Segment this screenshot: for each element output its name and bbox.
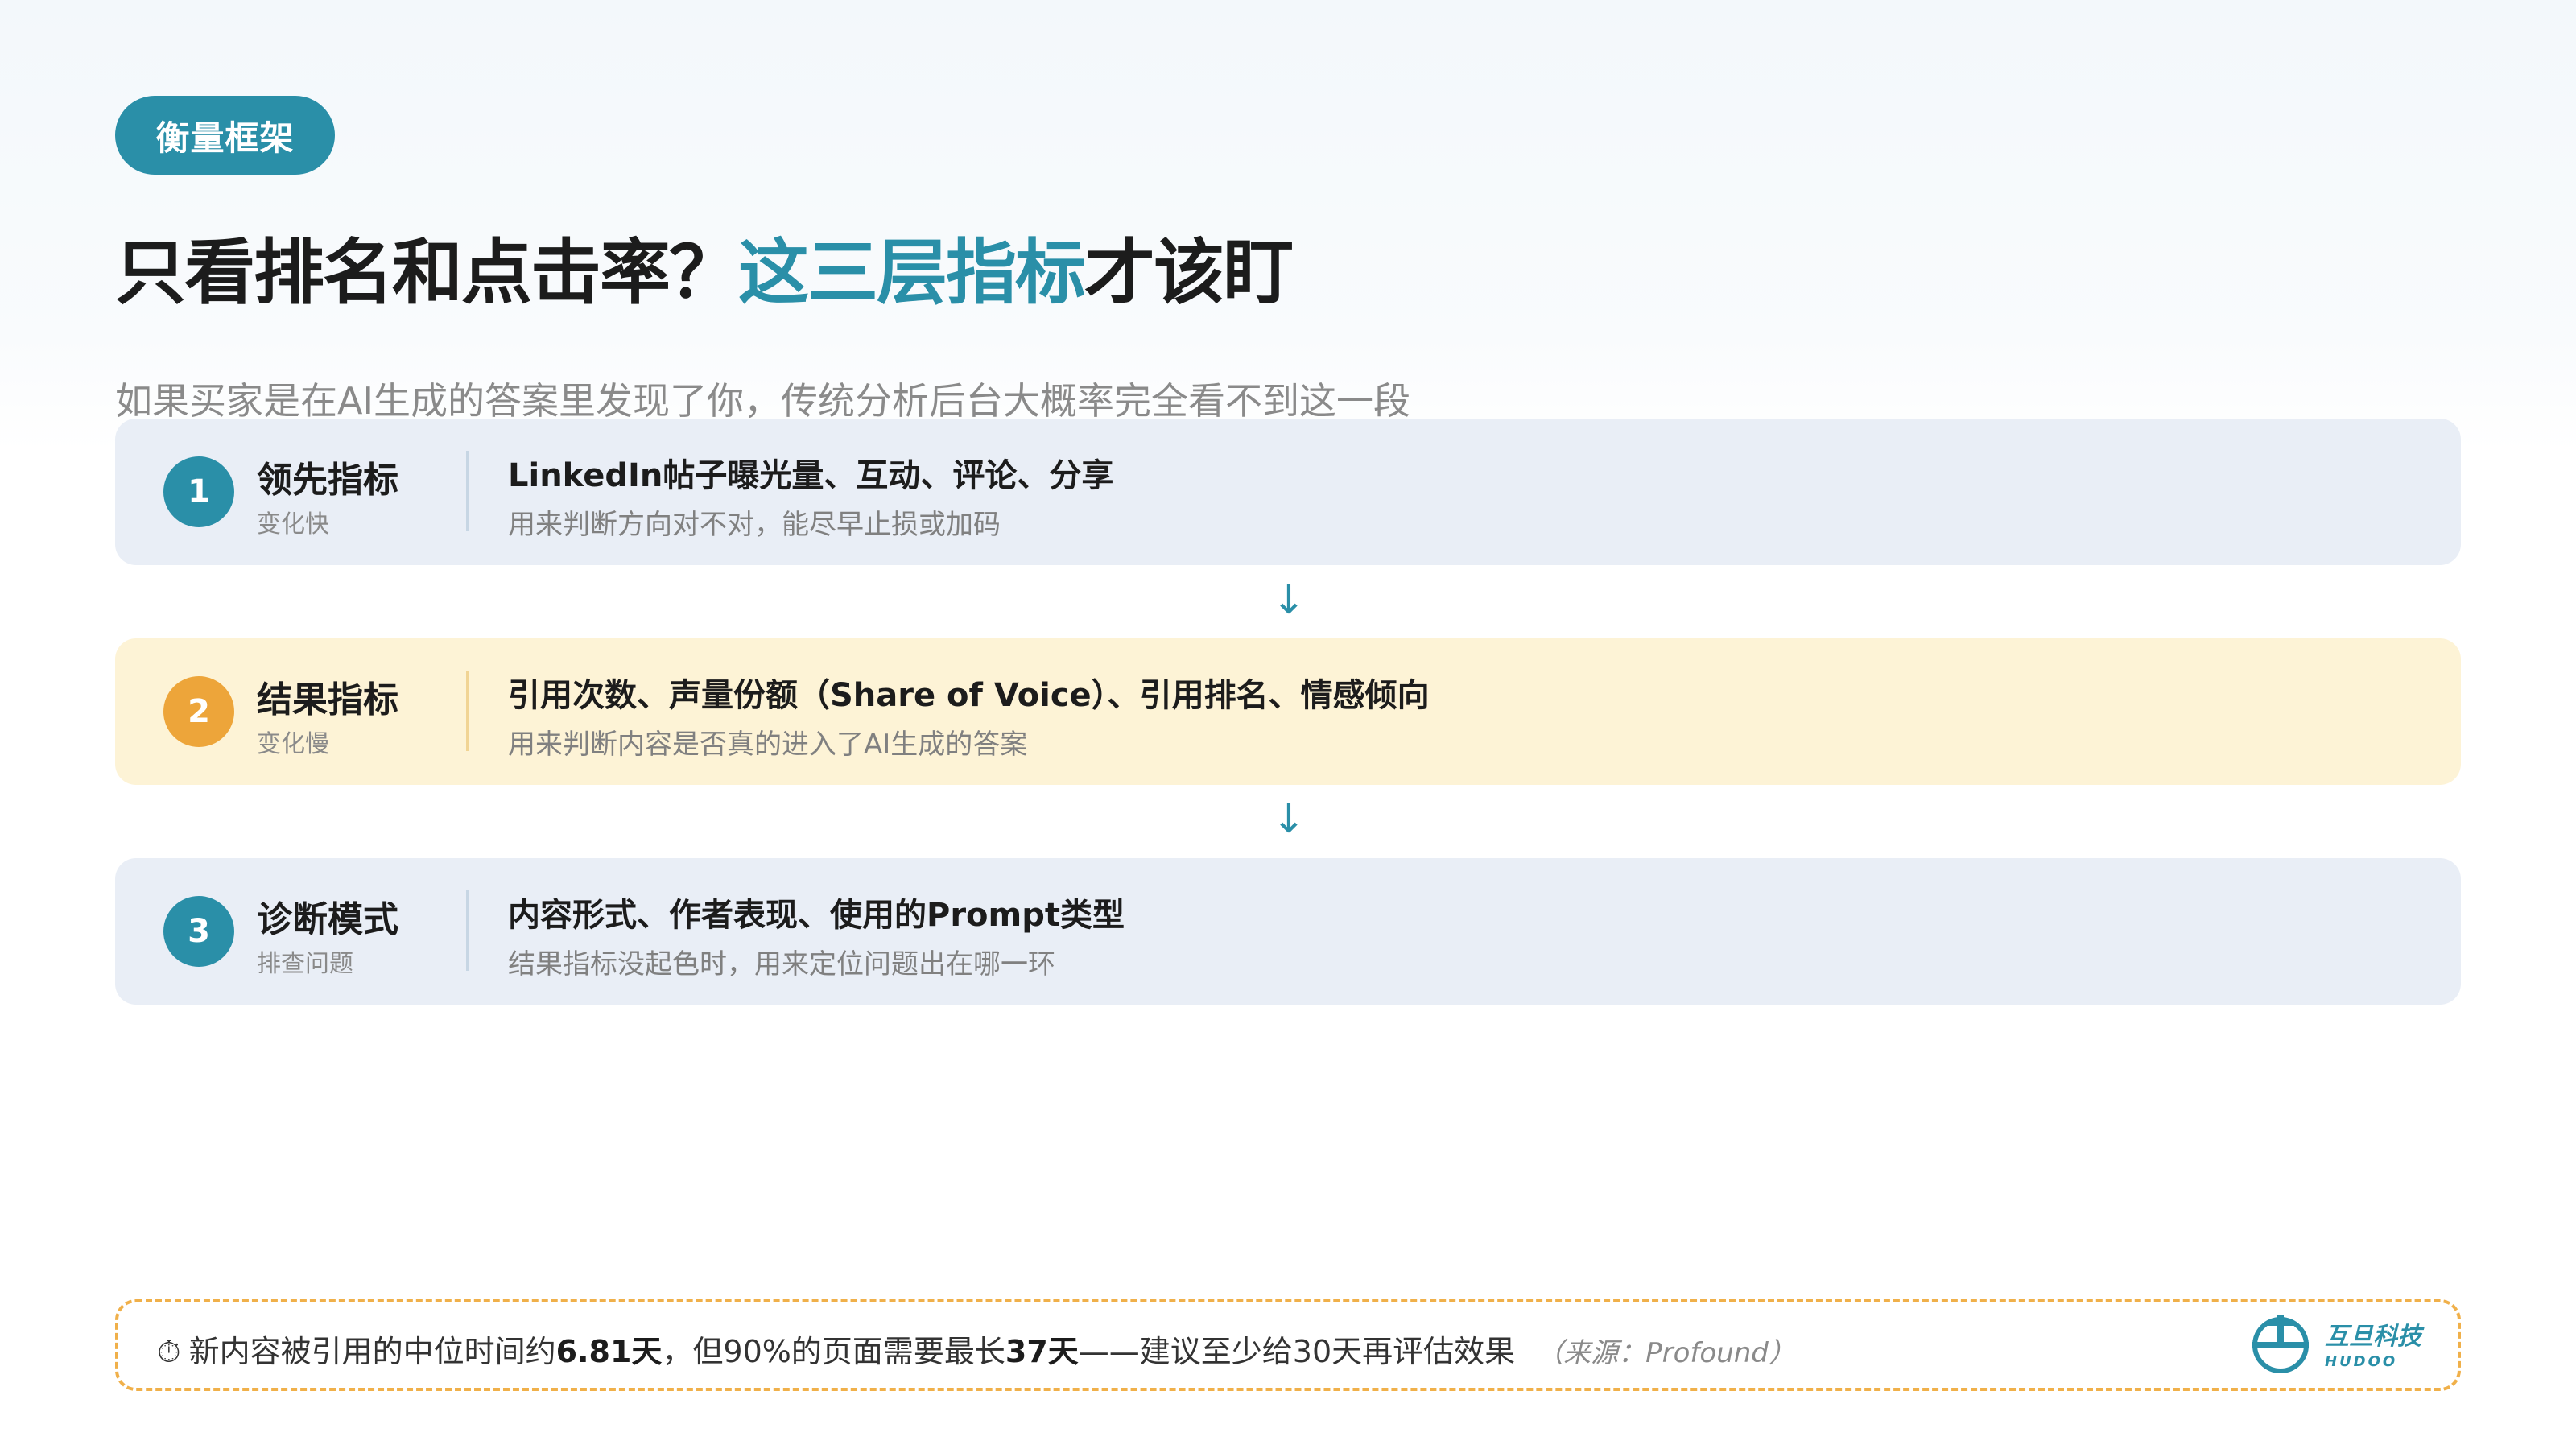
logo-name: 互旦科技 <box>2325 1322 2421 1351</box>
note-max-days: 37天 <box>1005 1334 1079 1369</box>
slide: 衡量框架 只看排名和点击率？这三层指标才该盯 如果买家是在AI生成的答案里发现了… <box>0 0 2576 1449</box>
title-accent: 这三层指标 <box>738 231 1086 314</box>
note-source: （来源：Profound） <box>1536 1337 1796 1369</box>
subtitle: 如果买家是在AI生成的答案里发现了你，传统分析后台大概率完全看不到这一段 <box>115 379 1411 423</box>
metric-card-diagnostic: 3 诊断模式 排查问题 内容形式、作者表现、使用的Prompt类型 结果指标没起… <box>115 858 2461 1005</box>
step-number-badge: 3 <box>163 896 234 967</box>
step-number-badge: 2 <box>163 676 234 747</box>
divider <box>466 890 469 971</box>
metric-card-outcome: 2 结果指标 变化慢 引用次数、声量份额（Share of Voice）、引用排… <box>115 638 2461 785</box>
card-headline: 引用次数、声量份额（Share of Voice）、引用排名、情感倾向 <box>508 677 1430 714</box>
timer-icon: ⏱ <box>157 1334 181 1369</box>
card-label: 领先指标 <box>257 460 398 501</box>
card-label: 诊断模式 <box>257 899 398 940</box>
note-median-days: 6.81天 <box>555 1334 663 1369</box>
card-sublabel: 变化快 <box>257 510 329 539</box>
note-text-1: 新内容被引用的中位时间约 <box>188 1334 556 1369</box>
note-text-2: ，但90%的页面需要最长 <box>662 1334 1005 1369</box>
title-part2: 才该盯 <box>1084 231 1294 314</box>
step-number-badge: 1 <box>163 456 234 527</box>
card-headline: LinkedIn帖子曝光量、互动、评论、分享 <box>508 457 1114 494</box>
card-sublabel: 变化慢 <box>257 730 329 758</box>
logo-subname: HUDOO <box>2325 1352 2398 1370</box>
title-part1: 只看排名和点击率？ <box>115 231 740 314</box>
page-title: 只看排名和点击率？这三层指标才该盯 <box>115 216 1294 314</box>
company-logo: 互旦科技 HUDOO <box>2248 1302 2465 1383</box>
card-description: 用来判断内容是否真的进入了AI生成的答案 <box>508 729 1028 761</box>
divider <box>466 671 469 751</box>
card-headline: 内容形式、作者表现、使用的Prompt类型 <box>508 897 1125 934</box>
card-description: 用来判断方向对不对，能尽早止损或加码 <box>508 509 1001 541</box>
timing-note-box: ⏱ 新内容被引用的中位时间约 6.81天 ，但90%的页面需要最长 37天 ——… <box>115 1299 2461 1391</box>
logo-icon <box>2252 1315 2309 1373</box>
divider <box>466 451 469 531</box>
timing-note: ⏱ 新内容被引用的中位时间约 6.81天 ，但90%的页面需要最长 37天 ——… <box>157 1327 1796 1371</box>
card-description: 结果指标没起色时，用来定位问题出在哪一环 <box>508 948 1055 980</box>
metric-card-leading: 1 领先指标 变化快 LinkedIn帖子曝光量、互动、评论、分享 用来判断方向… <box>115 419 2461 565</box>
down-arrow-icon: ↓ <box>1272 795 1306 842</box>
down-arrow-icon: ↓ <box>1272 576 1306 623</box>
card-sublabel: 排查问题 <box>257 950 353 978</box>
card-label: 结果指标 <box>257 679 398 720</box>
section-tag: 衡量框架 <box>115 96 335 175</box>
note-text-3: ——建议至少给30天再评估效果 <box>1078 1334 1516 1369</box>
